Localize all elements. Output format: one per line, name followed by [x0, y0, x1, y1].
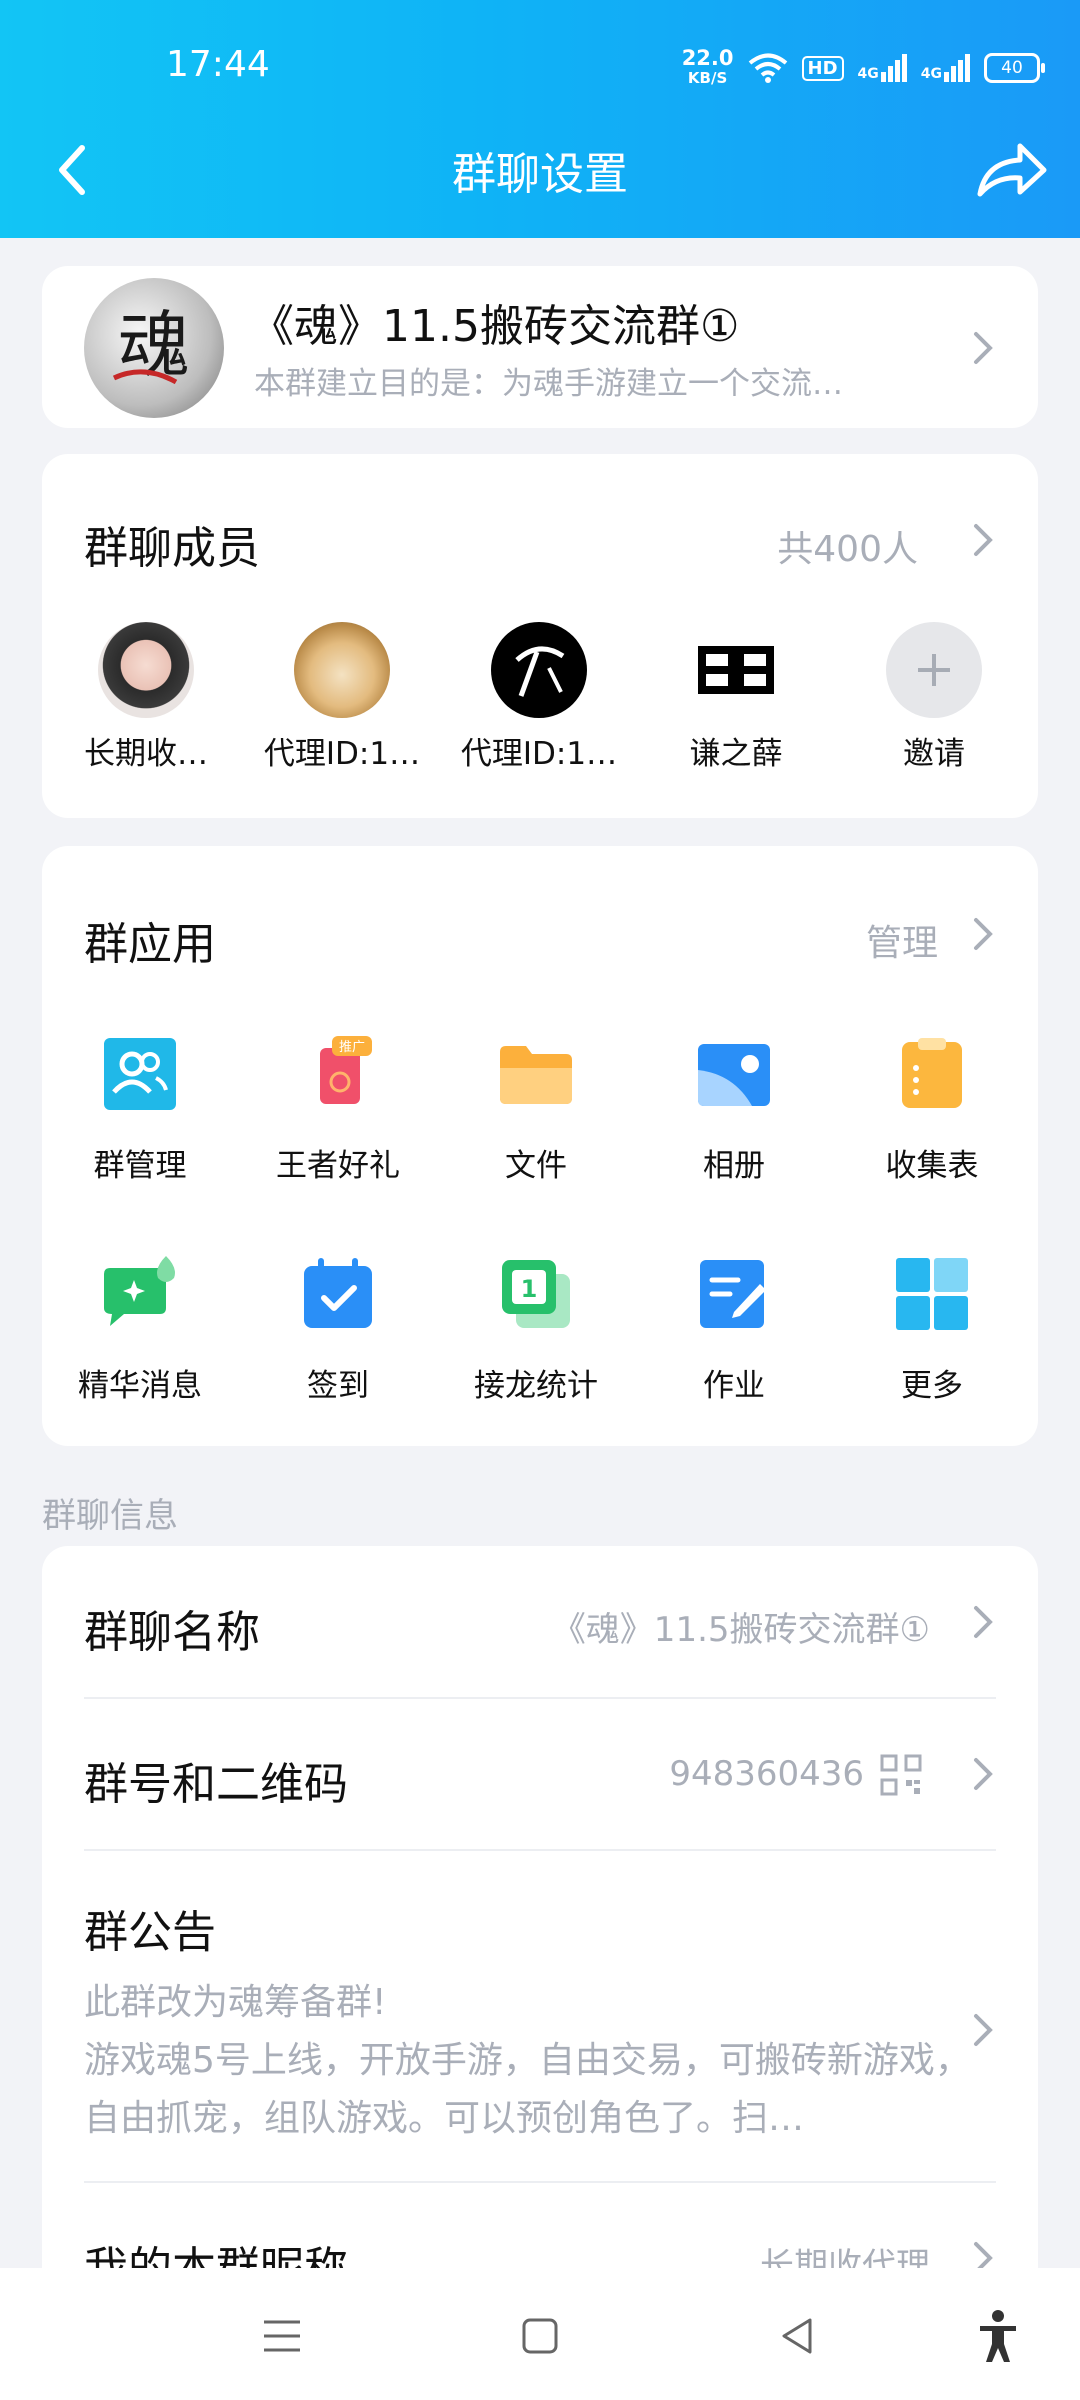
wifi-icon: [748, 53, 787, 83]
member-avatar: [491, 622, 587, 718]
digits-avatar-icon: [698, 646, 774, 694]
battery-icon: 40: [984, 53, 1045, 83]
app-essence[interactable]: 精华消息: [45, 1254, 235, 1405]
app-label: 文件: [505, 1148, 567, 1184]
chevron-right-icon[interactable]: [970, 520, 996, 560]
apps-title: 群应用: [84, 919, 216, 970]
accessibility-icon: [980, 2310, 1016, 2362]
group-name: 《魂》11.5搬砖交流群①: [250, 301, 740, 352]
home-square-icon: [522, 2318, 558, 2354]
invite-plus-icon: [886, 622, 982, 718]
group-description: 本群建立目的是：为魂手游建立一个交流…: [254, 366, 843, 402]
member-item[interactable]: 代理ID:1…: [459, 622, 619, 773]
homework-icon: [694, 1254, 774, 1334]
svg-text:推广: 推广: [339, 1040, 365, 1055]
app-collect-form[interactable]: 收集表: [837, 1034, 1027, 1185]
invite-label: 邀请: [903, 736, 965, 772]
members-card: 群聊成员 共400人 长期收… 代理ID:1… 代理ID:1… 谦之薛 邀请: [42, 454, 1038, 818]
qr-code-icon: [880, 1754, 922, 1796]
group-name-row[interactable]: 群聊名称 《魂》11.5搬砖交流群①: [42, 1546, 1038, 1696]
status-time: 17:44: [166, 44, 270, 85]
net-speed: 22.0 KB/S: [681, 46, 734, 88]
back-triangle-icon: [782, 2318, 812, 2354]
group-number-row[interactable]: 群号和二维码 948360436: [42, 1698, 1038, 1848]
page-title: 群聊设置: [452, 149, 628, 200]
folder-icon: [496, 1034, 576, 1114]
menu-button[interactable]: [252, 2306, 312, 2366]
top-bar: 17:44 22.0 KB/S HD 4G 4G 40 群聊设置: [0, 0, 1080, 238]
relay-icon: 1: [496, 1254, 576, 1334]
row-value: 《魂》11.5搬砖交流群①: [551, 1610, 930, 1650]
gift-icon: 推广: [298, 1034, 378, 1114]
invite-button[interactable]: 邀请: [854, 622, 1014, 773]
group-avatar: 魂: [84, 278, 224, 418]
app-album[interactable]: 相册: [639, 1034, 829, 1185]
app-label: 群管理: [93, 1148, 187, 1184]
menu-icon: [264, 2320, 300, 2352]
member-name: 代理ID:1…: [263, 736, 421, 772]
member-avatar: [294, 622, 390, 718]
chevron-right-icon[interactable]: [970, 914, 996, 954]
app-label: 王者好礼: [276, 1148, 400, 1184]
members-title: 群聊成员: [84, 523, 260, 574]
album-icon: [694, 1034, 774, 1114]
app-file[interactable]: 文件: [441, 1034, 631, 1185]
clipboard-icon: [892, 1034, 972, 1114]
group-notice-text: 此群改为魂筹备群! 游戏魂5号上线，开放手游，自由交易，可搬砖新游戏，自由抓宠，…: [84, 1982, 971, 2139]
app-homework[interactable]: 作业: [639, 1254, 829, 1405]
home-button[interactable]: [510, 2306, 570, 2366]
chevron-right-icon: [970, 1754, 996, 1794]
member-item[interactable]: 长期收…: [66, 622, 226, 773]
group-manage-icon: [100, 1034, 180, 1114]
info-card: 群聊名称 《魂》11.5搬砖交流群① 群号和二维码 948360436 群公告 …: [42, 1546, 1038, 2306]
app-label: 精华消息: [78, 1368, 202, 1404]
app-more[interactable]: 更多: [837, 1254, 1027, 1405]
share-button[interactable]: [974, 136, 1050, 206]
checkin-icon: [298, 1254, 378, 1334]
apps-manage-link[interactable]: 管理: [866, 914, 938, 966]
status-icons: 22.0 KB/S HD 4G 4G 40: [681, 46, 1045, 90]
app-label: 接龙统计: [474, 1368, 598, 1404]
essence-icon: [100, 1254, 180, 1334]
app-group-manage[interactable]: 群管理: [45, 1034, 235, 1185]
row-value: 948360436: [669, 1754, 864, 1794]
hd-icon: HD: [801, 55, 844, 81]
app-label: 签到: [307, 1368, 369, 1404]
members-count[interactable]: 共400人: [777, 520, 918, 572]
member-item[interactable]: 谦之薛: [656, 622, 816, 773]
back-nav-button[interactable]: [768, 2306, 828, 2366]
signal-icon-2: 4G: [921, 54, 970, 82]
app-label: 收集表: [885, 1148, 979, 1184]
info-section-header: 群聊信息: [42, 1496, 178, 1536]
row-label: 群公告: [84, 1907, 216, 1958]
member-name: 代理ID:1…: [460, 736, 618, 772]
chevron-right-icon: [970, 328, 996, 368]
chevron-right-icon: [970, 1602, 996, 1642]
member-name: 长期收…: [84, 736, 208, 772]
app-label: 相册: [703, 1148, 765, 1184]
accessibility-button[interactable]: [968, 2306, 1028, 2366]
group-header-card[interactable]: 魂 《魂》11.5搬砖交流群① 本群建立目的是：为魂手游建立一个交流…: [42, 266, 1038, 428]
system-nav-bar: [0, 2268, 1080, 2400]
app-label: 作业: [703, 1368, 765, 1404]
signal-icon-1: 4G: [858, 54, 907, 82]
pickaxe-logo-icon: [515, 646, 565, 697]
row-label: 群号和二维码: [84, 1759, 348, 1810]
member-name: 谦之薛: [689, 736, 783, 772]
member-item[interactable]: 代理ID:1…: [262, 622, 422, 773]
member-avatar: [98, 622, 194, 718]
share-arrow-icon: [977, 143, 1047, 197]
apps-card: 群应用 管理 群管理 推广 王者好礼 文件 相册 收集表 精华消息 签到 1 接…: [42, 846, 1038, 1446]
app-label: 更多: [901, 1368, 963, 1404]
more-grid-icon: [892, 1254, 972, 1334]
svg-text:1: 1: [521, 1275, 538, 1303]
member-avatar: [688, 622, 784, 718]
app-checkin[interactable]: 签到: [243, 1254, 433, 1405]
app-relay[interactable]: 1 接龙统计: [441, 1254, 631, 1405]
app-gift[interactable]: 推广 王者好礼: [243, 1034, 433, 1185]
row-label: 群聊名称: [84, 1607, 260, 1658]
